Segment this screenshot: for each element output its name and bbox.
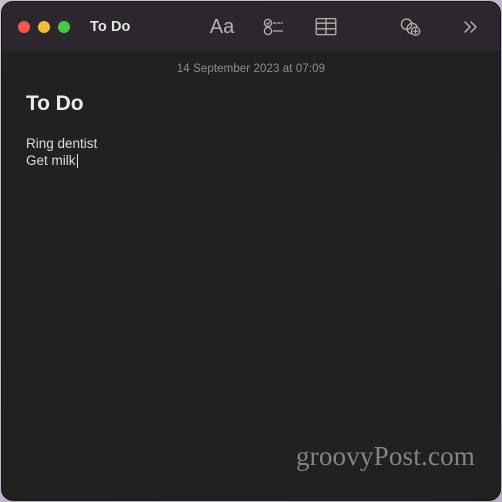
desktop-background: To Do Aa 14 September 2023 at 07:09 To D… (0, 0, 502, 502)
format-text-icon: Aa (209, 15, 235, 38)
link-plus-icon (397, 16, 423, 38)
toolbar-center-tools: Aa (206, 12, 342, 42)
minimize-window-button[interactable] (38, 20, 50, 33)
watermark: groovyPost.com (295, 441, 475, 471)
table-icon (314, 16, 338, 37)
note-line-text: Ring dentist (26, 136, 98, 152)
close-window-button[interactable] (18, 20, 30, 33)
checklist-button[interactable] (258, 12, 290, 42)
maximize-window-button[interactable] (58, 20, 70, 33)
window-title: To Do (90, 18, 131, 35)
note-line-text: Get milk (26, 153, 76, 169)
note-date: 14 September 2023 at 07:09 (176, 63, 326, 75)
window-toolbar: To Do Aa (2, 2, 500, 51)
table-button[interactable] (310, 12, 342, 42)
note-editor[interactable]: 14 September 2023 at 07:09 To Do Ring de… (2, 51, 500, 500)
toolbar-right-tools (394, 12, 486, 42)
note-line[interactable]: Get milk (26, 152, 476, 169)
checklist-icon (263, 17, 285, 37)
note-title[interactable]: To Do (26, 92, 476, 116)
add-people-button[interactable] (394, 12, 426, 42)
more-options-button[interactable] (454, 12, 486, 42)
format-text-button[interactable]: Aa (206, 12, 238, 42)
note-line-list[interactable]: Ring dentist Get milk (26, 135, 476, 169)
traffic-light-group (18, 20, 70, 33)
note-content[interactable]: To Do Ring dentist Get milk (2, 75, 500, 169)
chevron-double-right-icon (460, 18, 480, 36)
notes-window: To Do Aa 14 September 2023 at 07:09 To D… (2, 2, 500, 500)
note-line[interactable]: Ring dentist (26, 135, 476, 152)
text-cursor (76, 153, 78, 168)
